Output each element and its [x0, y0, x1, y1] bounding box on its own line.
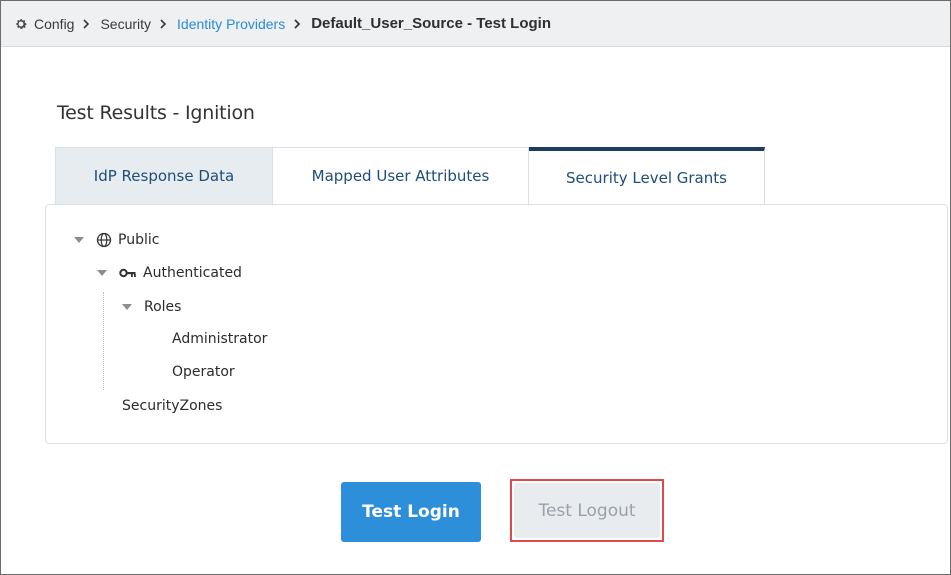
- page-title: Default_User_Source - Test Login: [311, 15, 551, 32]
- caret-down-icon[interactable]: [74, 237, 84, 243]
- caret-down-icon[interactable]: [97, 270, 107, 276]
- results-title: Test Results - Ignition: [57, 102, 255, 124]
- tree-node-operator: Operator: [172, 364, 235, 380]
- breadcrumb: Config Security Identity Providers Defau…: [1, 1, 950, 47]
- tree-label-operator: Operator: [172, 364, 235, 380]
- tree-node-public: Public: [74, 232, 159, 248]
- tree-label-public: Public: [118, 232, 160, 248]
- chevron-right-icon: [159, 18, 169, 29]
- tree-guide-line: [103, 292, 104, 390]
- gear-icon[interactable]: [14, 17, 28, 31]
- tree-node-security-zones: SecurityZones: [122, 398, 222, 414]
- key-icon: [119, 267, 137, 279]
- tree-node-administrator: Administrator: [172, 331, 267, 347]
- tree-label-security-zones: SecurityZones: [122, 398, 223, 414]
- test-login-button[interactable]: Test Login: [341, 482, 481, 542]
- tree-node-roles: Roles: [122, 299, 181, 315]
- caret-down-icon[interactable]: [122, 304, 132, 310]
- tree-label-administrator: Administrator: [172, 331, 268, 347]
- breadcrumb-config[interactable]: Config: [34, 16, 74, 32]
- tree-label-roles: Roles: [144, 299, 182, 315]
- breadcrumb-security[interactable]: Security: [100, 16, 151, 32]
- tree-label-authenticated: Authenticated: [143, 265, 242, 281]
- results-tabs: IdP Response Data Mapped User Attributes…: [55, 147, 765, 205]
- tab-idp-response-data[interactable]: IdP Response Data: [55, 147, 273, 205]
- test-logout-button[interactable]: Test Logout: [514, 483, 660, 538]
- globe-icon: [96, 232, 112, 248]
- chevron-right-icon: [293, 18, 303, 29]
- tree-node-authenticated: Authenticated: [97, 265, 242, 281]
- page-frame: Config Security Identity Providers Defau…: [0, 0, 951, 575]
- chevron-right-icon: [82, 18, 92, 29]
- tab-mapped-user-attributes[interactable]: Mapped User Attributes: [273, 147, 529, 205]
- breadcrumb-identity-providers[interactable]: Identity Providers: [177, 16, 285, 32]
- security-grants-panel: Public Authenticated Roles Administrator…: [45, 204, 948, 444]
- tab-security-level-grants[interactable]: Security Level Grants: [529, 147, 765, 205]
